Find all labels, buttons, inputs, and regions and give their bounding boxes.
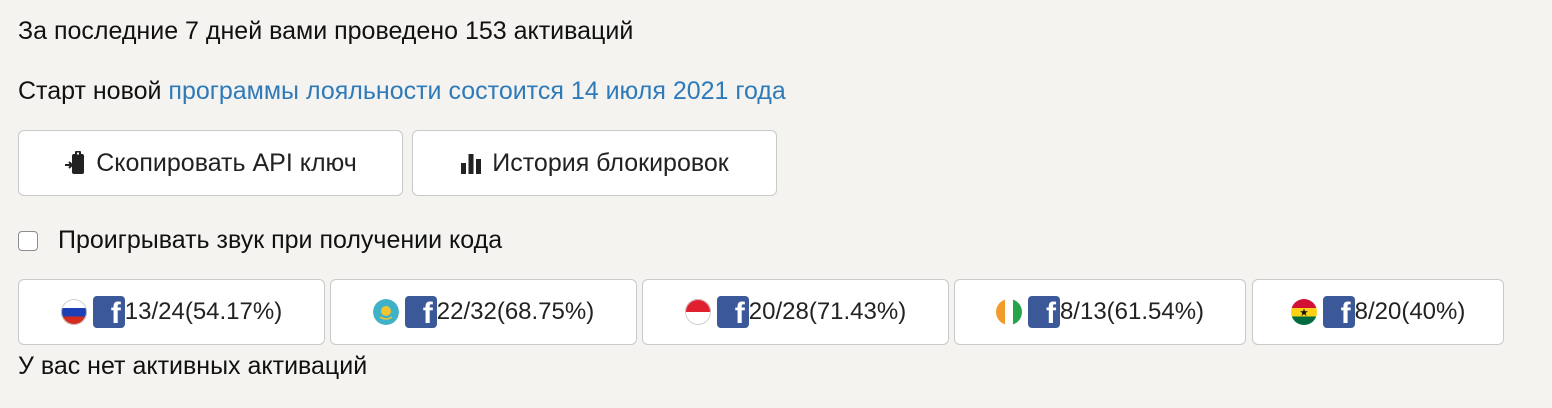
russia-flag-icon [60,299,87,325]
facebook-icon: f [1027,296,1060,328]
block-history-label: История блокировок [492,148,729,177]
sound-option-label: Проигрывать звук при получении кода [58,226,503,254]
stat-text: 8/13(61.54%) [1059,298,1205,325]
stat-text: 20/28(71.43%) [748,298,907,325]
facebook-icon: f [1322,296,1355,328]
copy-api-key-label: Скопировать API ключ [96,148,357,177]
kazakhstan-flag-icon [372,299,399,325]
ivory-coast-flag-icon [995,299,1022,325]
stat-button-ghana[interactable]: f 8/20(40%) [1252,279,1504,345]
ghana-flag-icon [1290,299,1317,325]
activations-summary: За последние 7 дней вами проведено 153 а… [18,17,634,45]
stat-button-russia[interactable]: f 13/24(54.17%) [18,279,325,345]
indonesia-flag-icon [684,299,711,325]
loyalty-announcement: Старт новой программы лояльности состоит… [18,76,786,106]
stat-button-indonesia[interactable]: f 20/28(71.43%) [642,279,949,345]
facebook-icon: f [404,296,437,328]
stat-text: 13/24(54.17%) [124,298,283,325]
block-history-button[interactable]: История блокировок [412,130,777,196]
bar-chart-icon [460,150,482,176]
sound-checkbox[interactable] [18,230,38,251]
stat-text: 8/20(40%) [1354,298,1466,325]
clipboard-arrow-icon [64,150,86,176]
stat-button-ivory-coast[interactable]: f 8/13(61.54%) [954,279,1246,345]
stat-button-kazakhstan[interactable]: f 22/32(68.75%) [330,279,637,345]
copy-api-key-button[interactable]: Скопировать API ключ [18,130,403,196]
sound-option: Проигрывать звук при получении кода [18,226,502,255]
loyalty-prefix: Старт новой [18,77,169,105]
facebook-icon: f [716,296,749,328]
stat-text: 22/32(68.75%) [436,298,595,325]
facebook-icon: f [92,296,125,328]
active-activations-status: У вас нет активных активаций [18,352,368,380]
loyalty-program-link[interactable]: программы лояльности состоится 14 июля 2… [168,77,785,105]
